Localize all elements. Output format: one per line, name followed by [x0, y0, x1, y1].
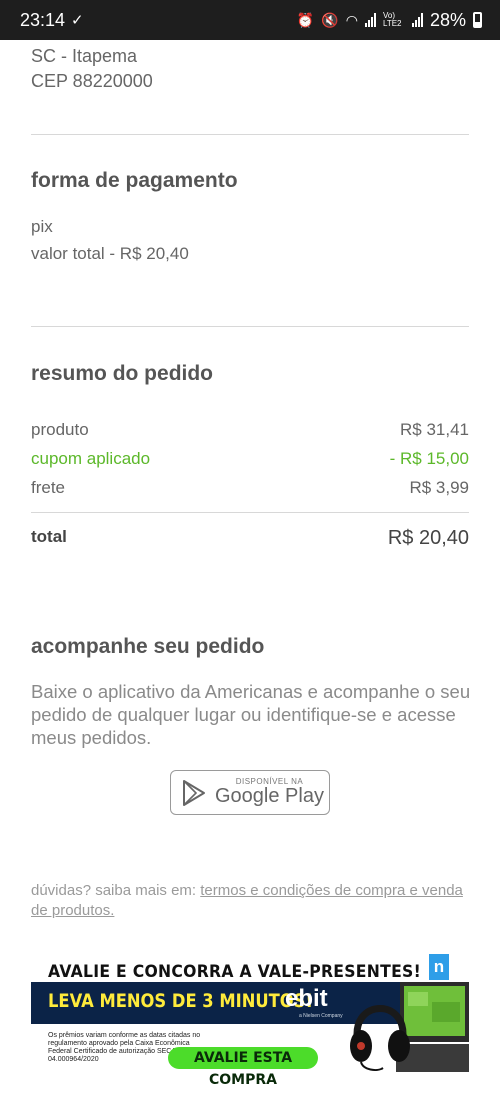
ebit-logo: ebit: [285, 985, 328, 1012]
payment-total: valor total - R$ 20,40: [31, 244, 189, 263]
summary-title: resumo do pedido: [31, 362, 214, 385]
status-icons: ⏰ 🔇 ◠ Vo) LTE2 28%: [297, 10, 482, 31]
download-complete-icon: ✓: [71, 12, 84, 29]
alarm-icon: ⏰: [296, 11, 315, 28]
headphones-image: [350, 1005, 410, 1071]
status-time: 23:14: [20, 9, 66, 30]
summary-value: R$ 3,99: [409, 478, 469, 497]
payment-title: forma de pagamento: [31, 169, 238, 192]
signal-2-icon: [411, 13, 423, 27]
help-text: dúvidas? saiba mais em: termos e condiçõ…: [31, 881, 471, 921]
mute-icon: 🔇: [321, 11, 339, 28]
summary-label: frete: [31, 478, 66, 497]
battery-percent: 28%: [429, 9, 466, 30]
delivery-address: SC - Itapema CEP 88220000: [31, 44, 153, 94]
summary-label: cupom aplicado: [31, 449, 151, 468]
battery-icon: [473, 12, 482, 28]
divider: [31, 134, 469, 135]
banner-headline: AVALIE E CONCORRA A VALE-PRESENTES!: [48, 962, 421, 982]
network-label: Vo) LTE2: [382, 11, 402, 28]
payment-method: pix: [31, 217, 53, 236]
google-play-icon: [183, 779, 205, 806]
address-line-2: CEP 88220000: [31, 71, 153, 91]
divider: [31, 512, 469, 513]
summary-value: R$ 31,41: [400, 420, 469, 439]
ebit-sub: a Nielsen Company: [299, 1013, 343, 1019]
address-line-1: SC - Itapema: [31, 46, 138, 66]
summary-row-product: produto R$ 31,41: [31, 420, 469, 440]
ebit-banner[interactable]: AVALIE E CONCORRA A VALE-PRESENTES! n LE…: [31, 950, 469, 1088]
google-play-button[interactable]: DISPONÍVEL NA Google Play: [170, 770, 330, 815]
wifi-icon: ◠: [345, 11, 358, 28]
banner-lead: LEVA MENOS DE 3 MINUTOS!: [48, 990, 313, 1012]
total-label: total: [31, 527, 67, 546]
status-bar: 23:14 ✓ ⏰ 🔇 ◠ Vo) LTE2 28%: [0, 0, 500, 40]
follow-text: Baixe o aplicativo da Americanas e acomp…: [31, 681, 471, 748]
summary-label: produto: [31, 420, 89, 439]
summary-row-coupon: cupom aplicado - R$ 15,00: [31, 449, 469, 469]
summary-row-shipping: frete R$ 3,99: [31, 478, 469, 498]
divider: [31, 326, 469, 327]
rate-purchase-button[interactable]: AVALIE ESTA COMPRA: [168, 1047, 318, 1088]
nielsen-logo: n: [429, 954, 449, 980]
summary-row-total: total R$ 20,40: [31, 527, 469, 550]
signal-1-icon: [364, 13, 376, 27]
store-name: Google Play: [215, 785, 324, 807]
help-prefix: dúvidas? saiba mais em:: [31, 882, 201, 899]
total-value: R$ 20,40: [387, 527, 469, 549]
summary-value: - R$ 15,00: [389, 449, 469, 468]
follow-title: acompanhe seu pedido: [31, 635, 265, 658]
